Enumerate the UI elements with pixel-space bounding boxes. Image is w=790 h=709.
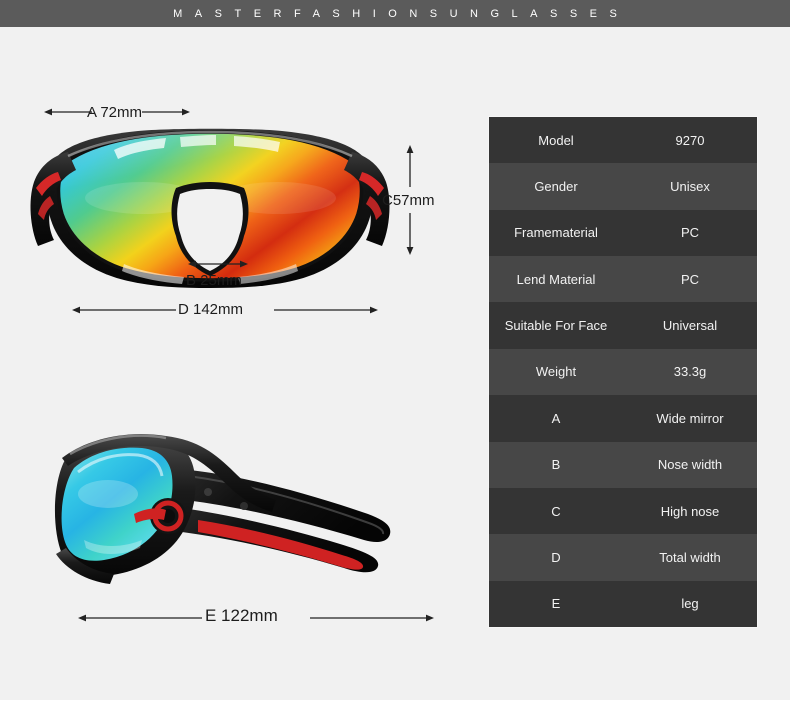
spec-value: Unisex [670, 179, 710, 195]
spec-key: B [551, 457, 561, 473]
table-row: Suitable For Face Universal [489, 302, 757, 349]
spec-key: E [551, 596, 561, 612]
spec-value: Universal [662, 318, 718, 334]
spec-value: leg [681, 596, 699, 612]
dimension-label-d: D 142mm [178, 301, 244, 318]
table-row: B Nose width [489, 441, 757, 488]
spec-value: Nose width [657, 457, 723, 473]
spec-value: PC [680, 225, 700, 241]
spec-value: Wide mirror [656, 410, 724, 426]
dimension-label-a: A 72mm [87, 104, 143, 121]
table-row: Weight 33.3g [489, 348, 757, 396]
spec-key: Gender [534, 179, 578, 195]
spec-key: Model [538, 132, 574, 148]
spec-value: Total width [659, 549, 721, 565]
table-row: Model 9270 [489, 117, 757, 164]
spec-key: C [551, 503, 561, 519]
dimension-label-b: B 25mm [186, 272, 242, 289]
table-row: A Wide mirror [489, 395, 757, 442]
table-row: D Total width [489, 534, 757, 581]
table-row: Framematerial PC [489, 209, 757, 257]
table-row: Lend Material PC [489, 256, 757, 303]
spec-key: Framematerial [514, 225, 598, 241]
header-bar: MASTERFASHIONSUNGLASSES [0, 0, 790, 27]
product-spec-page: MASTERFASHIONSUNGLASSES A 72mm C57mm B 2… [0, 0, 790, 709]
spec-key: Weight [535, 364, 577, 380]
spec-value: 33.3g [673, 364, 707, 380]
specification-table: Model 9270 Gender Unisex Framematerial P… [489, 117, 757, 627]
table-row: Gender Unisex [489, 163, 757, 210]
spec-value: 9270 [675, 132, 705, 148]
spec-value: High nose [660, 503, 720, 519]
dimension-label-c: C57mm [382, 192, 435, 209]
table-row: C High nose [489, 487, 757, 535]
spec-value: PC [680, 271, 700, 287]
bottom-white-strip [0, 700, 790, 709]
table-row: E leg [489, 580, 757, 627]
spec-key: A [551, 410, 561, 426]
spec-key: D [551, 549, 561, 565]
spec-key: Suitable For Face [504, 318, 608, 334]
sunglasses-side-view [48, 428, 404, 592]
dimension-arrow-b [188, 260, 248, 268]
dimension-label-e: E 122mm [205, 606, 278, 625]
brand-title: MASTERFASHIONSUNGLASSES [173, 7, 630, 20]
spec-key: Lend Material [516, 271, 596, 287]
